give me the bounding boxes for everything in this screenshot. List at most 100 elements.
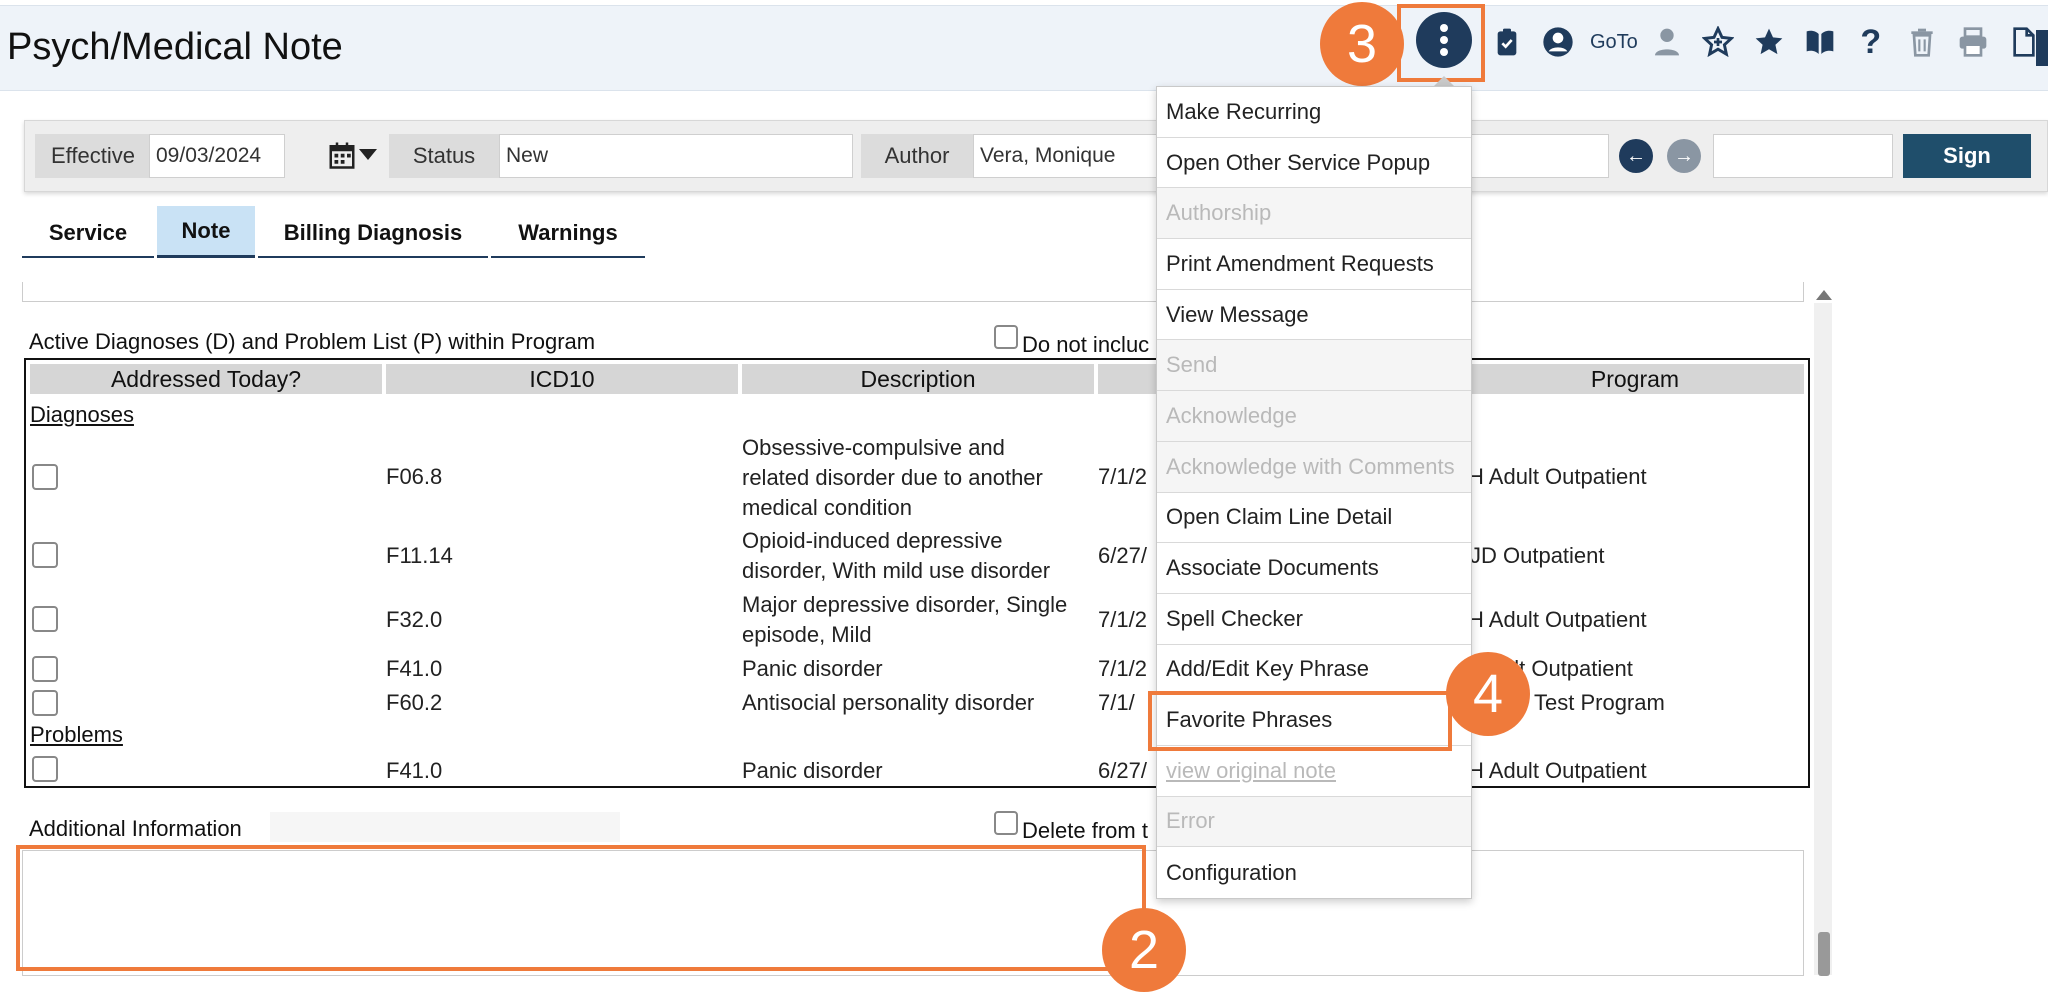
row-date: 7/1/2 [1098, 607, 1147, 632]
row-checkbox[interactable] [32, 690, 58, 716]
person-icon[interactable] [1645, 20, 1689, 64]
tab-warnings[interactable]: Warnings [491, 210, 645, 258]
menu-item-view-message[interactable]: View Message [1157, 290, 1471, 341]
callout-4: 4 [1446, 652, 1530, 736]
row-icd10: F60.2 [386, 690, 443, 715]
menu-item-open-claim-line-detail[interactable]: Open Claim Line Detail [1157, 493, 1471, 544]
row-description: Opioid-induced depressive disorder, With … [742, 528, 1051, 583]
row-description: Panic disorder [742, 656, 883, 681]
col-program: Program [1466, 364, 1804, 394]
diagnoses-table: Addressed Today? ICD10 Description Progr… [24, 358, 1810, 788]
sign-button[interactable]: Sign [1903, 134, 2031, 178]
menu-item-make-recurring[interactable]: Make Recurring [1157, 87, 1471, 138]
menu-pointer [1434, 76, 1454, 86]
status-field[interactable]: New [499, 134, 853, 178]
row-icd10: F41.0 [386, 758, 443, 783]
row-date: 7/1/2 [1098, 656, 1147, 681]
do-not-include-checkbox[interactable] [994, 325, 1018, 349]
scroll-up-arrow-icon[interactable] [1816, 290, 1832, 300]
signature-field[interactable] [1713, 134, 1893, 178]
menu-item-send: Send [1157, 340, 1471, 392]
document-icon[interactable] [2002, 20, 2046, 64]
col-icd10: ICD10 [386, 364, 738, 394]
col-addressed-today: Addressed Today? [30, 364, 382, 394]
page: Psych/Medical Note GoTo ? 3 Effective 09… [0, 0, 2048, 994]
callout-2: 2 [1102, 908, 1186, 992]
do-not-include-label: Do not incluc [1022, 332, 1150, 357]
note-toolbar: Effective 09/03/2024 Status New Author V… [24, 120, 2048, 192]
row-checkbox[interactable] [32, 656, 58, 682]
chevron-down-icon [359, 148, 377, 166]
actions-dropdown-menu: Make Recurring Open Other Service Popup … [1156, 86, 1472, 899]
menu-item-add-edit-key-phrase[interactable]: Add/Edit Key Phrase [1157, 645, 1471, 696]
menu-item-configuration[interactable]: Configuration [1157, 847, 1471, 898]
menu-item-acknowledge-with-comments: Acknowledge with Comments [1157, 441, 1471, 493]
row-checkbox[interactable] [32, 606, 58, 632]
trash-icon[interactable] [1900, 20, 1944, 64]
kebab-menu-icon[interactable] [1416, 12, 1472, 68]
menu-item-associate-documents[interactable]: Associate Documents [1157, 543, 1471, 594]
previous-section-box [22, 282, 1804, 302]
row-description: Obsessive-compulsive and related disorder… [742, 435, 1043, 520]
note-tabs: Service Note Billing Diagnosis Warnings [22, 206, 648, 258]
next-arrow-icon[interactable]: → [1667, 139, 1701, 173]
row-program: H Adult Outpatient [1468, 758, 1647, 783]
user-circle-icon[interactable] [1536, 20, 1580, 64]
tab-service[interactable]: Service [22, 210, 154, 258]
scrollbar-track[interactable] [1814, 303, 1832, 975]
goto-link[interactable]: GoTo [1590, 31, 1638, 54]
row-icd10: F41.0 [386, 656, 443, 681]
group-diagnoses: Diagnoses [30, 402, 134, 427]
menu-item-error: Error [1157, 796, 1471, 848]
tab-note[interactable]: Note [157, 206, 255, 258]
clipboard-check-icon[interactable] [1485, 20, 1529, 64]
menu-item-acknowledge: Acknowledge [1157, 391, 1471, 442]
row-description: Major depressive disorder, Single episode… [742, 592, 1068, 647]
header-toolbar: GoTo ? [1478, 12, 2046, 72]
delete-from-checkbox[interactable] [994, 811, 1018, 835]
previous-arrow-icon[interactable]: ← [1619, 139, 1653, 173]
calendar-dropdown[interactable] [327, 137, 383, 177]
calendar-icon [327, 139, 357, 176]
row-date: 7/1/2 [1098, 464, 1147, 489]
row-program: JD Outpatient [1470, 543, 1605, 568]
row-date: 6/27/ [1098, 543, 1147, 568]
additional-info-title: Additional Information [29, 816, 242, 841]
print-icon[interactable] [1951, 20, 1995, 64]
favorite-phrases-highlight-box [1148, 691, 1452, 751]
row-icd10: F06.8 [386, 464, 443, 489]
row-program: H Adult Outpatient [1468, 464, 1647, 489]
menu-item-spell-checker[interactable]: Spell Checker [1157, 594, 1471, 645]
effective-date-field[interactable]: 09/03/2024 [149, 134, 285, 178]
tab-billing-diagnosis[interactable]: Billing Diagnosis [258, 210, 488, 258]
additional-info-header-field [270, 812, 620, 842]
row-date: 6/27/ [1098, 758, 1147, 783]
page-title: Psych/Medical Note [7, 26, 343, 68]
menu-item-view-original-note: view original note [1157, 745, 1471, 797]
row-description: Panic disorder [742, 758, 883, 783]
scrollbar-thumb[interactable] [1818, 932, 1830, 976]
row-checkbox[interactable] [32, 542, 58, 568]
star-icon[interactable] [1747, 20, 1791, 64]
delete-from-label: Delete from t [1022, 818, 1148, 843]
star-outline-icon[interactable] [1696, 20, 1740, 64]
row-checkbox[interactable] [32, 756, 58, 782]
row-description: Antisocial personality disorder [742, 690, 1035, 715]
author-label: Author [861, 134, 973, 178]
textarea-highlight-box [16, 845, 1146, 971]
row-icd10: F11.14 [386, 543, 453, 568]
help-icon[interactable]: ? [1849, 20, 1893, 64]
diagnoses-section-title: Active Diagnoses (D) and Problem List (P… [29, 329, 596, 354]
row-icd10: F32.0 [386, 607, 443, 632]
row-date: 7/1/ [1098, 690, 1135, 715]
row-checkbox[interactable] [32, 464, 58, 490]
book-icon[interactable] [1798, 20, 1842, 64]
col-description: Description [742, 364, 1094, 394]
group-problems: Problems [30, 722, 123, 747]
menu-item-open-other-service-popup[interactable]: Open Other Service Popup [1157, 138, 1471, 189]
menu-item-print-amendment-requests[interactable]: Print Amendment Requests [1157, 239, 1471, 290]
callout-3: 3 [1320, 2, 1404, 86]
row-program: Test Program [1534, 690, 1665, 715]
effective-label: Effective [35, 134, 151, 178]
menu-item-authorship: Authorship [1157, 188, 1471, 240]
